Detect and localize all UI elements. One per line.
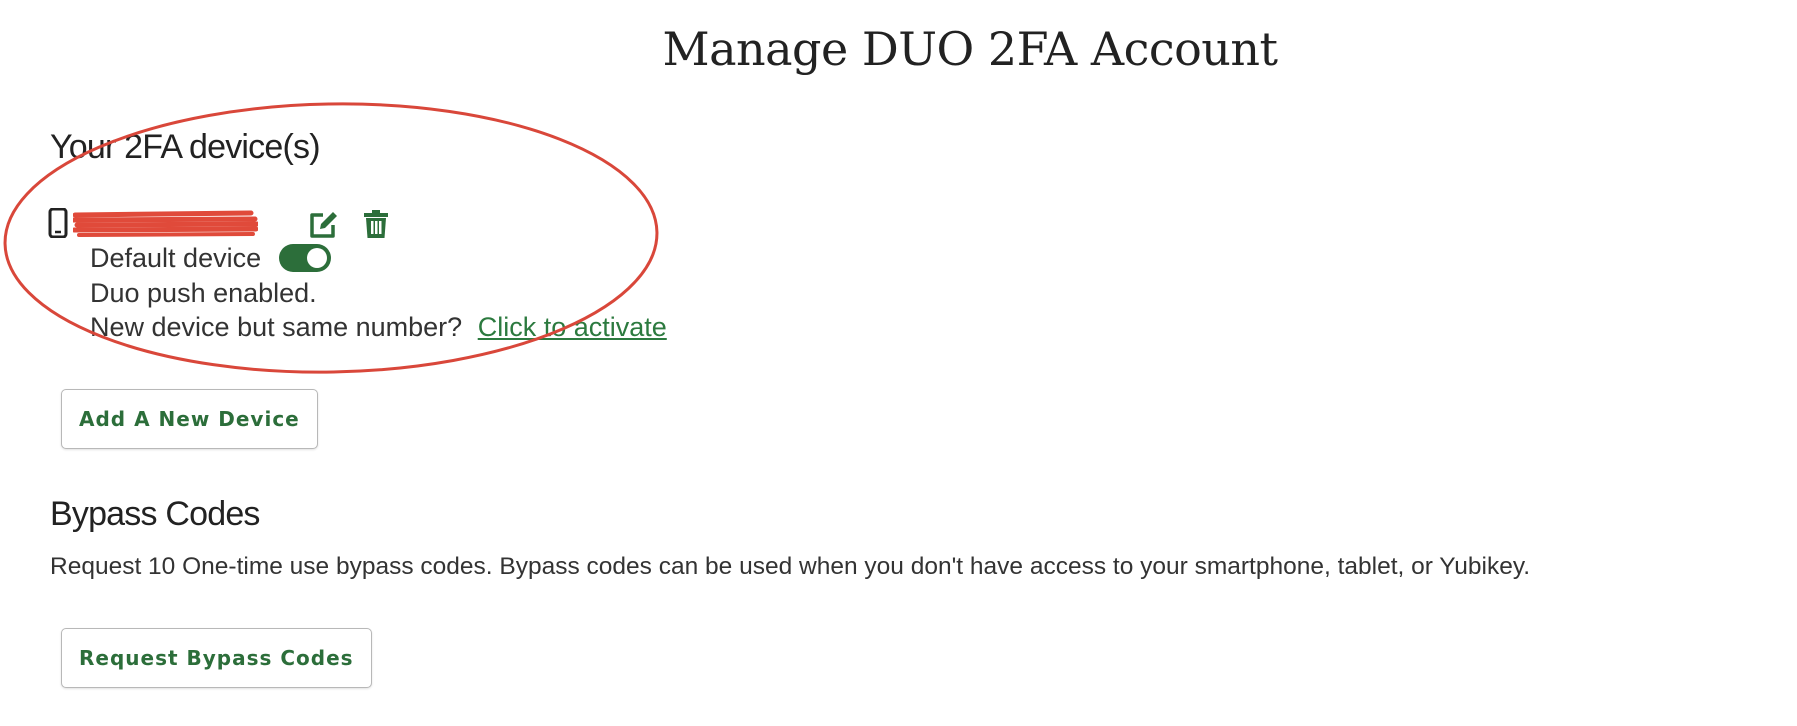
- add-device-button[interactable]: Add A New Device: [61, 389, 318, 449]
- bypass-section-heading: Bypass Codes: [50, 495, 260, 533]
- devices-section-heading: Your 2FA device(s): [50, 128, 321, 166]
- redacted-device-name: [73, 210, 258, 237]
- bypass-description: Request 10 One-time use bypass codes. By…: [50, 553, 1531, 580]
- default-device-row: Default device: [90, 243, 331, 274]
- edit-device-button[interactable]: [306, 207, 342, 241]
- request-bypass-codes-button[interactable]: Request Bypass Codes: [61, 628, 372, 688]
- mobile-phone-icon: [48, 208, 68, 238]
- annotation-ellipse: [3, 102, 659, 374]
- page-title: Manage DUO 2FA Account: [662, 22, 1278, 76]
- toggle-knob: [306, 247, 327, 268]
- delete-device-button[interactable]: [358, 207, 394, 241]
- default-device-label: Default device: [90, 243, 262, 273]
- same-number-prompt: New device but same number?: [90, 312, 463, 342]
- default-device-toggle[interactable]: [278, 243, 331, 272]
- activate-link[interactable]: Click to activate: [478, 312, 667, 342]
- trash-icon: [364, 210, 388, 238]
- device-entry: [48, 205, 448, 241]
- push-status: Duo push enabled.: [90, 278, 317, 308]
- edit-icon: [310, 212, 337, 238]
- same-number-row: New device but same number? Click to act…: [90, 312, 667, 343]
